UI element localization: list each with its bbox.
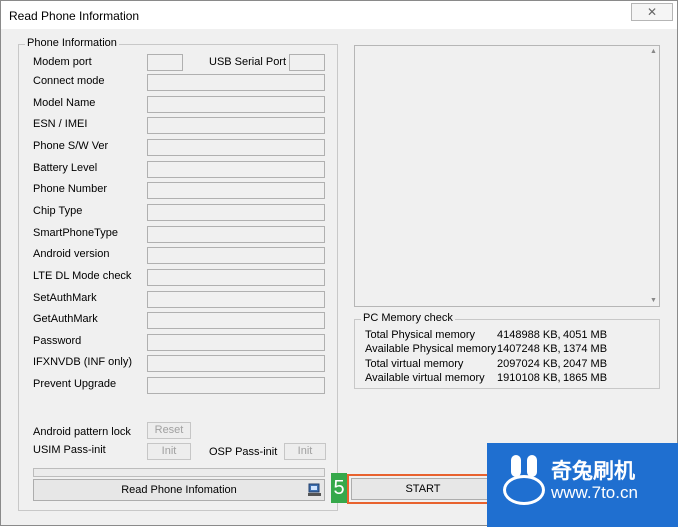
memory-row-label: Available Physical memory <box>365 343 497 355</box>
field-label: GetAuthMark <box>33 313 98 325</box>
field-value[interactable] <box>147 117 325 134</box>
title-bar: Read Phone Information ✕ <box>1 1 677 29</box>
close-button[interactable]: ✕ <box>631 3 673 21</box>
memory-row-kb: 1407248 KB, <box>497 343 561 355</box>
memory-row-mb: 1374 MB <box>563 343 608 355</box>
usb-serial-port-field[interactable] <box>289 54 325 71</box>
field-value[interactable] <box>147 74 325 91</box>
memory-row-mb: 4051 MB <box>563 329 608 341</box>
field-value[interactable] <box>147 334 325 351</box>
field-value[interactable] <box>147 247 325 264</box>
memory-row-label: Total Physical memory <box>365 329 476 341</box>
field-label: Phone S/W Ver <box>33 140 109 152</box>
close-icon: ✕ <box>646 5 658 19</box>
usim-pass-init-label: USIM Pass-init <box>33 444 106 456</box>
read-phone-information-window: Read Phone Information ✕ Phone Informati… <box>0 0 678 527</box>
log-output-area[interactable]: ▲ ▼ <box>354 45 660 307</box>
field-value[interactable] <box>147 377 325 394</box>
field-label: Password <box>33 335 82 347</box>
log-scrollbar[interactable]: ▲ ▼ <box>649 46 659 306</box>
memory-row-kb: 1910108 KB, <box>497 372 561 384</box>
field-label: Phone Number <box>33 183 107 195</box>
read-phone-information-button[interactable]: Read Phone Infomation <box>33 479 325 501</box>
field-value[interactable] <box>147 291 325 308</box>
rabbit-logo-icon <box>503 475 545 505</box>
usim-init-button[interactable]: Init <box>147 443 191 460</box>
watermark-brand: 奇兔刷机 <box>551 460 635 483</box>
reset-button[interactable]: Reset <box>147 422 191 439</box>
field-value[interactable] <box>147 96 325 113</box>
field-value[interactable] <box>147 226 325 243</box>
osp-init-button[interactable]: Init <box>284 443 326 460</box>
watermark-url: www.7to.cn <box>551 483 638 502</box>
progress-bar <box>33 468 325 477</box>
usb-serial-port-label: USB Serial Port <box>209 56 287 68</box>
field-label: IFXNVDB (INF only) <box>33 356 133 368</box>
memory-row-label: Available virtual memory <box>365 372 485 384</box>
memory-row-mb: 2047 MB <box>563 358 608 370</box>
window-title: Read Phone Information <box>9 9 140 23</box>
scroll-down-icon[interactable]: ▼ <box>650 297 657 304</box>
field-label: SetAuthMark <box>33 292 97 304</box>
scroll-up-icon[interactable]: ▲ <box>650 48 657 55</box>
field-label: LTE DL Mode check <box>33 270 132 282</box>
field-label: Connect mode <box>33 75 105 87</box>
field-label: Prevent Upgrade <box>33 378 117 390</box>
field-value[interactable] <box>147 269 325 286</box>
field-label: Chip Type <box>33 205 83 217</box>
logo-ear-right <box>527 455 537 477</box>
osp-pass-init-label: OSP Pass-init <box>209 446 278 458</box>
logo-ear-left <box>511 455 521 477</box>
android-pattern-lock-label: Android pattern lock <box>33 426 131 438</box>
memory-row-kb: 4148988 KB, <box>497 329 561 341</box>
phone-information-legend: Phone Information <box>25 37 119 49</box>
memory-row-kb: 2097024 KB, <box>497 358 561 370</box>
field-value[interactable] <box>147 161 325 178</box>
field-value[interactable] <box>147 182 325 199</box>
field-label: Battery Level <box>33 162 98 174</box>
step-number-badge: 5 <box>331 473 347 503</box>
field-label: Android version <box>33 248 110 260</box>
field-label: SmartPhoneType <box>33 227 118 239</box>
watermark-logo: 奇兔刷机 www.7to.cn <box>487 443 678 527</box>
start-highlight-frame <box>347 474 499 504</box>
field-label: Model Name <box>33 97 96 109</box>
memory-row-mb: 1865 MB <box>563 372 608 384</box>
field-value[interactable] <box>147 312 325 329</box>
pc-memory-check-legend: PC Memory check <box>361 312 455 324</box>
memory-row-label: Total virtual memory <box>365 358 464 370</box>
field-label: ESN / IMEI <box>33 118 88 130</box>
field-value[interactable] <box>147 355 325 372</box>
modem-port-label: Modem port <box>33 56 92 68</box>
field-value[interactable] <box>147 204 325 221</box>
modem-port-field[interactable] <box>147 54 183 71</box>
phone-connect-icon[interactable] <box>308 483 321 497</box>
field-value[interactable] <box>147 139 325 156</box>
